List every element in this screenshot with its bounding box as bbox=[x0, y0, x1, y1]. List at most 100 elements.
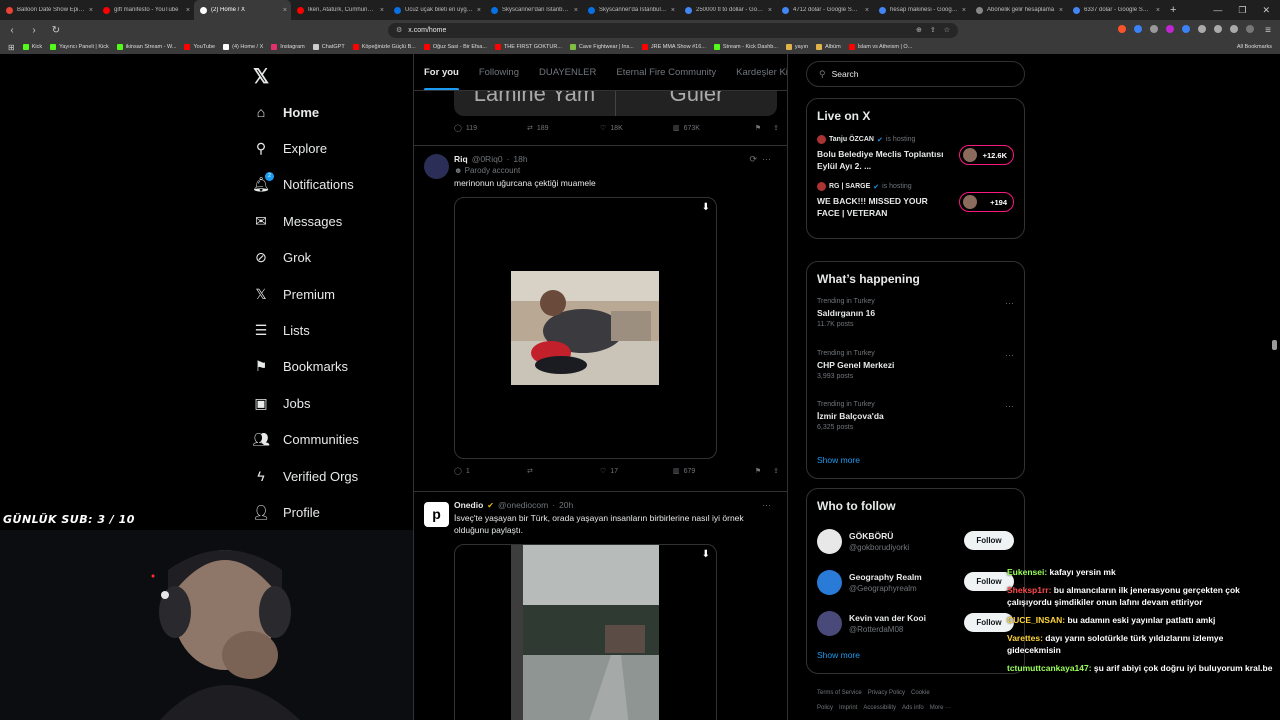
browser-tab[interactable]: Ucuz uçak bileti en uygun × bbox=[388, 0, 485, 20]
close-tab-icon[interactable]: × bbox=[574, 7, 578, 14]
bookmark-item[interactable]: ChatGPT bbox=[312, 44, 345, 50]
repost-button[interactable]: ⇄ 189 bbox=[527, 124, 600, 133]
footer-link[interactable]: Privacy Policy bbox=[868, 690, 905, 696]
live-space-item[interactable]: Tanju ÖZCAN ✔ is hosting Bolu Belediye Mecl… bbox=[807, 135, 1024, 172]
footer-link[interactable]: Ads info bbox=[902, 705, 924, 711]
avatar[interactable] bbox=[424, 154, 449, 179]
views-button[interactable]: ▥ 673K bbox=[673, 124, 746, 133]
bookmark-icon[interactable]: ⚑ bbox=[755, 467, 761, 475]
footer-link[interactable]: Terms of Service bbox=[817, 690, 862, 696]
nav-item-lists[interactable]: ☰ Lists bbox=[253, 312, 359, 348]
nav-item-communities[interactable]: 👥︎ Communities bbox=[252, 422, 359, 458]
timeline-tab[interactable]: For you bbox=[424, 67, 459, 90]
extension-icon[interactable] bbox=[1182, 24, 1190, 33]
download-icon[interactable]: ⬇ bbox=[702, 202, 710, 213]
post-video[interactable]: ⬇ bbox=[454, 544, 717, 720]
bookmark-item[interactable]: Albüm bbox=[816, 44, 841, 50]
author-name[interactable]: Riq bbox=[454, 154, 468, 164]
follow-suggestion[interactable]: GÖKBÖRÜ @gokborudiyorki Follow bbox=[807, 521, 1024, 562]
search-input[interactable]: ⚲ Search bbox=[806, 61, 1025, 87]
browser-tab[interactable]: gift manifesto - YouTube × bbox=[97, 0, 194, 20]
timeline-tab[interactable]: Eternal Fire Community bbox=[616, 67, 716, 78]
follow-button[interactable]: Follow bbox=[964, 531, 1014, 550]
avatar[interactable] bbox=[817, 611, 842, 636]
back-icon[interactable]: ‹ bbox=[6, 25, 18, 36]
post[interactable]: Riq @0Riq0 · 18h ⟳ ··· ☻ Parody account … bbox=[414, 146, 787, 492]
browser-tab[interactable]: 250000 tl to dollar - Googl × bbox=[679, 0, 776, 20]
browser-tab[interactable]: (2) Home / X × bbox=[194, 0, 291, 20]
extension-icon[interactable] bbox=[1214, 24, 1222, 33]
nav-item-jobs[interactable]: ▣ Jobs bbox=[253, 385, 359, 421]
site-info-icon[interactable]: ⚙ bbox=[396, 26, 402, 34]
nav-item-grok[interactable]: ⊘ Grok bbox=[253, 240, 359, 276]
bookmark-item[interactable]: Oğuz Sasi - Bir Efsa... bbox=[423, 44, 487, 50]
show-more-link[interactable]: Show more bbox=[807, 650, 1024, 660]
apps-grid-icon[interactable]: ⊞ bbox=[8, 43, 15, 52]
minimize-icon[interactable]: — bbox=[1213, 5, 1222, 16]
author-handle[interactable]: @0Riq0 bbox=[472, 154, 503, 164]
avatar[interactable]: p bbox=[424, 502, 449, 527]
browser-tab[interactable]: hesap makinesi - Google S × bbox=[873, 0, 970, 20]
trend-item[interactable]: Trending in Turkey CHP Genel Merkezi 3,993… bbox=[807, 350, 1024, 402]
browser-tab[interactable]: İken, Atatürk, Cumhuriyet ve × bbox=[291, 0, 388, 20]
maximize-icon[interactable]: ❐ bbox=[1238, 5, 1246, 16]
live-listeners-pill[interactable]: +12.6K bbox=[959, 145, 1014, 165]
bookmark-item[interactable]: YouTube bbox=[184, 44, 215, 50]
follow-suggestion[interactable]: Geography Realm @Geographyrealm Follow bbox=[807, 562, 1024, 603]
more-icon[interactable]: ··· bbox=[1005, 350, 1014, 360]
post-time[interactable]: 18h bbox=[513, 154, 527, 164]
bookmark-item[interactable]: ikinsan Stream - W... bbox=[116, 44, 176, 50]
views-button[interactable]: ▥ 679 bbox=[673, 467, 746, 476]
author-handle[interactable]: @onediocom bbox=[498, 500, 548, 510]
close-tab-icon[interactable]: × bbox=[477, 7, 481, 14]
bookmark-item[interactable]: Cave Fightwear | Ins... bbox=[569, 44, 634, 50]
timeline-tab[interactable]: Following bbox=[479, 67, 519, 78]
close-tab-icon[interactable]: × bbox=[962, 7, 966, 14]
close-tab-icon[interactable]: × bbox=[283, 7, 287, 14]
reply-button[interactable]: ◯ 1 bbox=[454, 467, 527, 476]
bookmark-icon[interactable]: ⚑ bbox=[755, 124, 761, 132]
extension-icon[interactable] bbox=[1134, 24, 1142, 33]
more-icon[interactable]: ⟳ ··· bbox=[749, 154, 771, 165]
nav-item-profile[interactable]: 👤︎ Profile bbox=[252, 494, 359, 530]
live-space-item[interactable]: RG | SARGE ✔ is hosting WE BACK!!! MISSED Y… bbox=[807, 182, 1024, 219]
bookmark-item[interactable]: THE FIRST GOKTUR... bbox=[494, 44, 562, 50]
close-tab-icon[interactable]: × bbox=[89, 7, 93, 14]
new-tab-button[interactable]: + bbox=[1164, 4, 1182, 16]
extension-icon[interactable] bbox=[1166, 24, 1174, 33]
avatar[interactable] bbox=[817, 570, 842, 595]
like-button[interactable]: ♡ 17 bbox=[600, 467, 673, 476]
extension-icon[interactable] bbox=[1118, 24, 1126, 33]
close-tab-icon[interactable]: × bbox=[1059, 7, 1063, 14]
browser-menu-icon[interactable]: ≡ bbox=[1262, 25, 1274, 36]
live-listeners-pill[interactable]: +194 bbox=[959, 192, 1014, 212]
nav-item-premium[interactable]: 𝕏 Premium bbox=[253, 276, 359, 312]
share-icon[interactable]: ⇪ bbox=[773, 467, 779, 475]
nav-item-messages[interactable]: ✉ Messages bbox=[253, 203, 359, 239]
footer-link[interactable]: Imprint bbox=[839, 705, 857, 711]
footer-link[interactable]: Accessibility bbox=[863, 705, 896, 711]
timeline-tab[interactable]: DUAYENLER bbox=[539, 67, 596, 78]
trend-item[interactable]: Trending in Turkey Saldırganın 16 11.7K po… bbox=[807, 298, 1024, 350]
author-name[interactable]: Onedio bbox=[454, 500, 483, 510]
bookmark-item[interactable]: İslam vs Atheism | O... bbox=[848, 44, 912, 50]
timeline-tab[interactable]: Kardeşler Ki bbox=[736, 67, 787, 78]
bookmark-star-icon[interactable]: ☆ bbox=[944, 26, 950, 34]
reload-icon[interactable]: ↻ bbox=[50, 25, 62, 36]
close-tab-icon[interactable]: × bbox=[380, 7, 384, 14]
follow-suggestion[interactable]: Kevin van der Kooi @RotterdaM08 Follow bbox=[807, 603, 1024, 644]
like-button[interactable]: ♡ 18K bbox=[600, 124, 673, 133]
trend-item[interactable]: Trending in Turkey İzmir Balçova'da 6,325 … bbox=[807, 401, 1024, 453]
repost-button[interactable]: ⇄ bbox=[527, 467, 600, 475]
footer-link[interactable]: More ··· bbox=[930, 705, 951, 711]
close-tab-icon[interactable]: × bbox=[671, 7, 675, 14]
avatar[interactable] bbox=[817, 529, 842, 554]
extension-icon[interactable] bbox=[1230, 24, 1238, 33]
more-icon[interactable]: ··· bbox=[762, 500, 771, 510]
browser-tab[interactable]: 6337 dolar - Google Search × bbox=[1067, 0, 1164, 20]
bookmark-item[interactable]: yayın bbox=[785, 44, 808, 50]
bookmark-item[interactable]: Köpeğinizle Güçlü B... bbox=[352, 44, 416, 50]
nav-item-bookmarks[interactable]: ⚑ Bookmarks bbox=[253, 349, 359, 385]
bookmark-item[interactable]: Stream - Kick Dashb... bbox=[713, 44, 778, 50]
post-time[interactable]: 20h bbox=[559, 500, 573, 510]
